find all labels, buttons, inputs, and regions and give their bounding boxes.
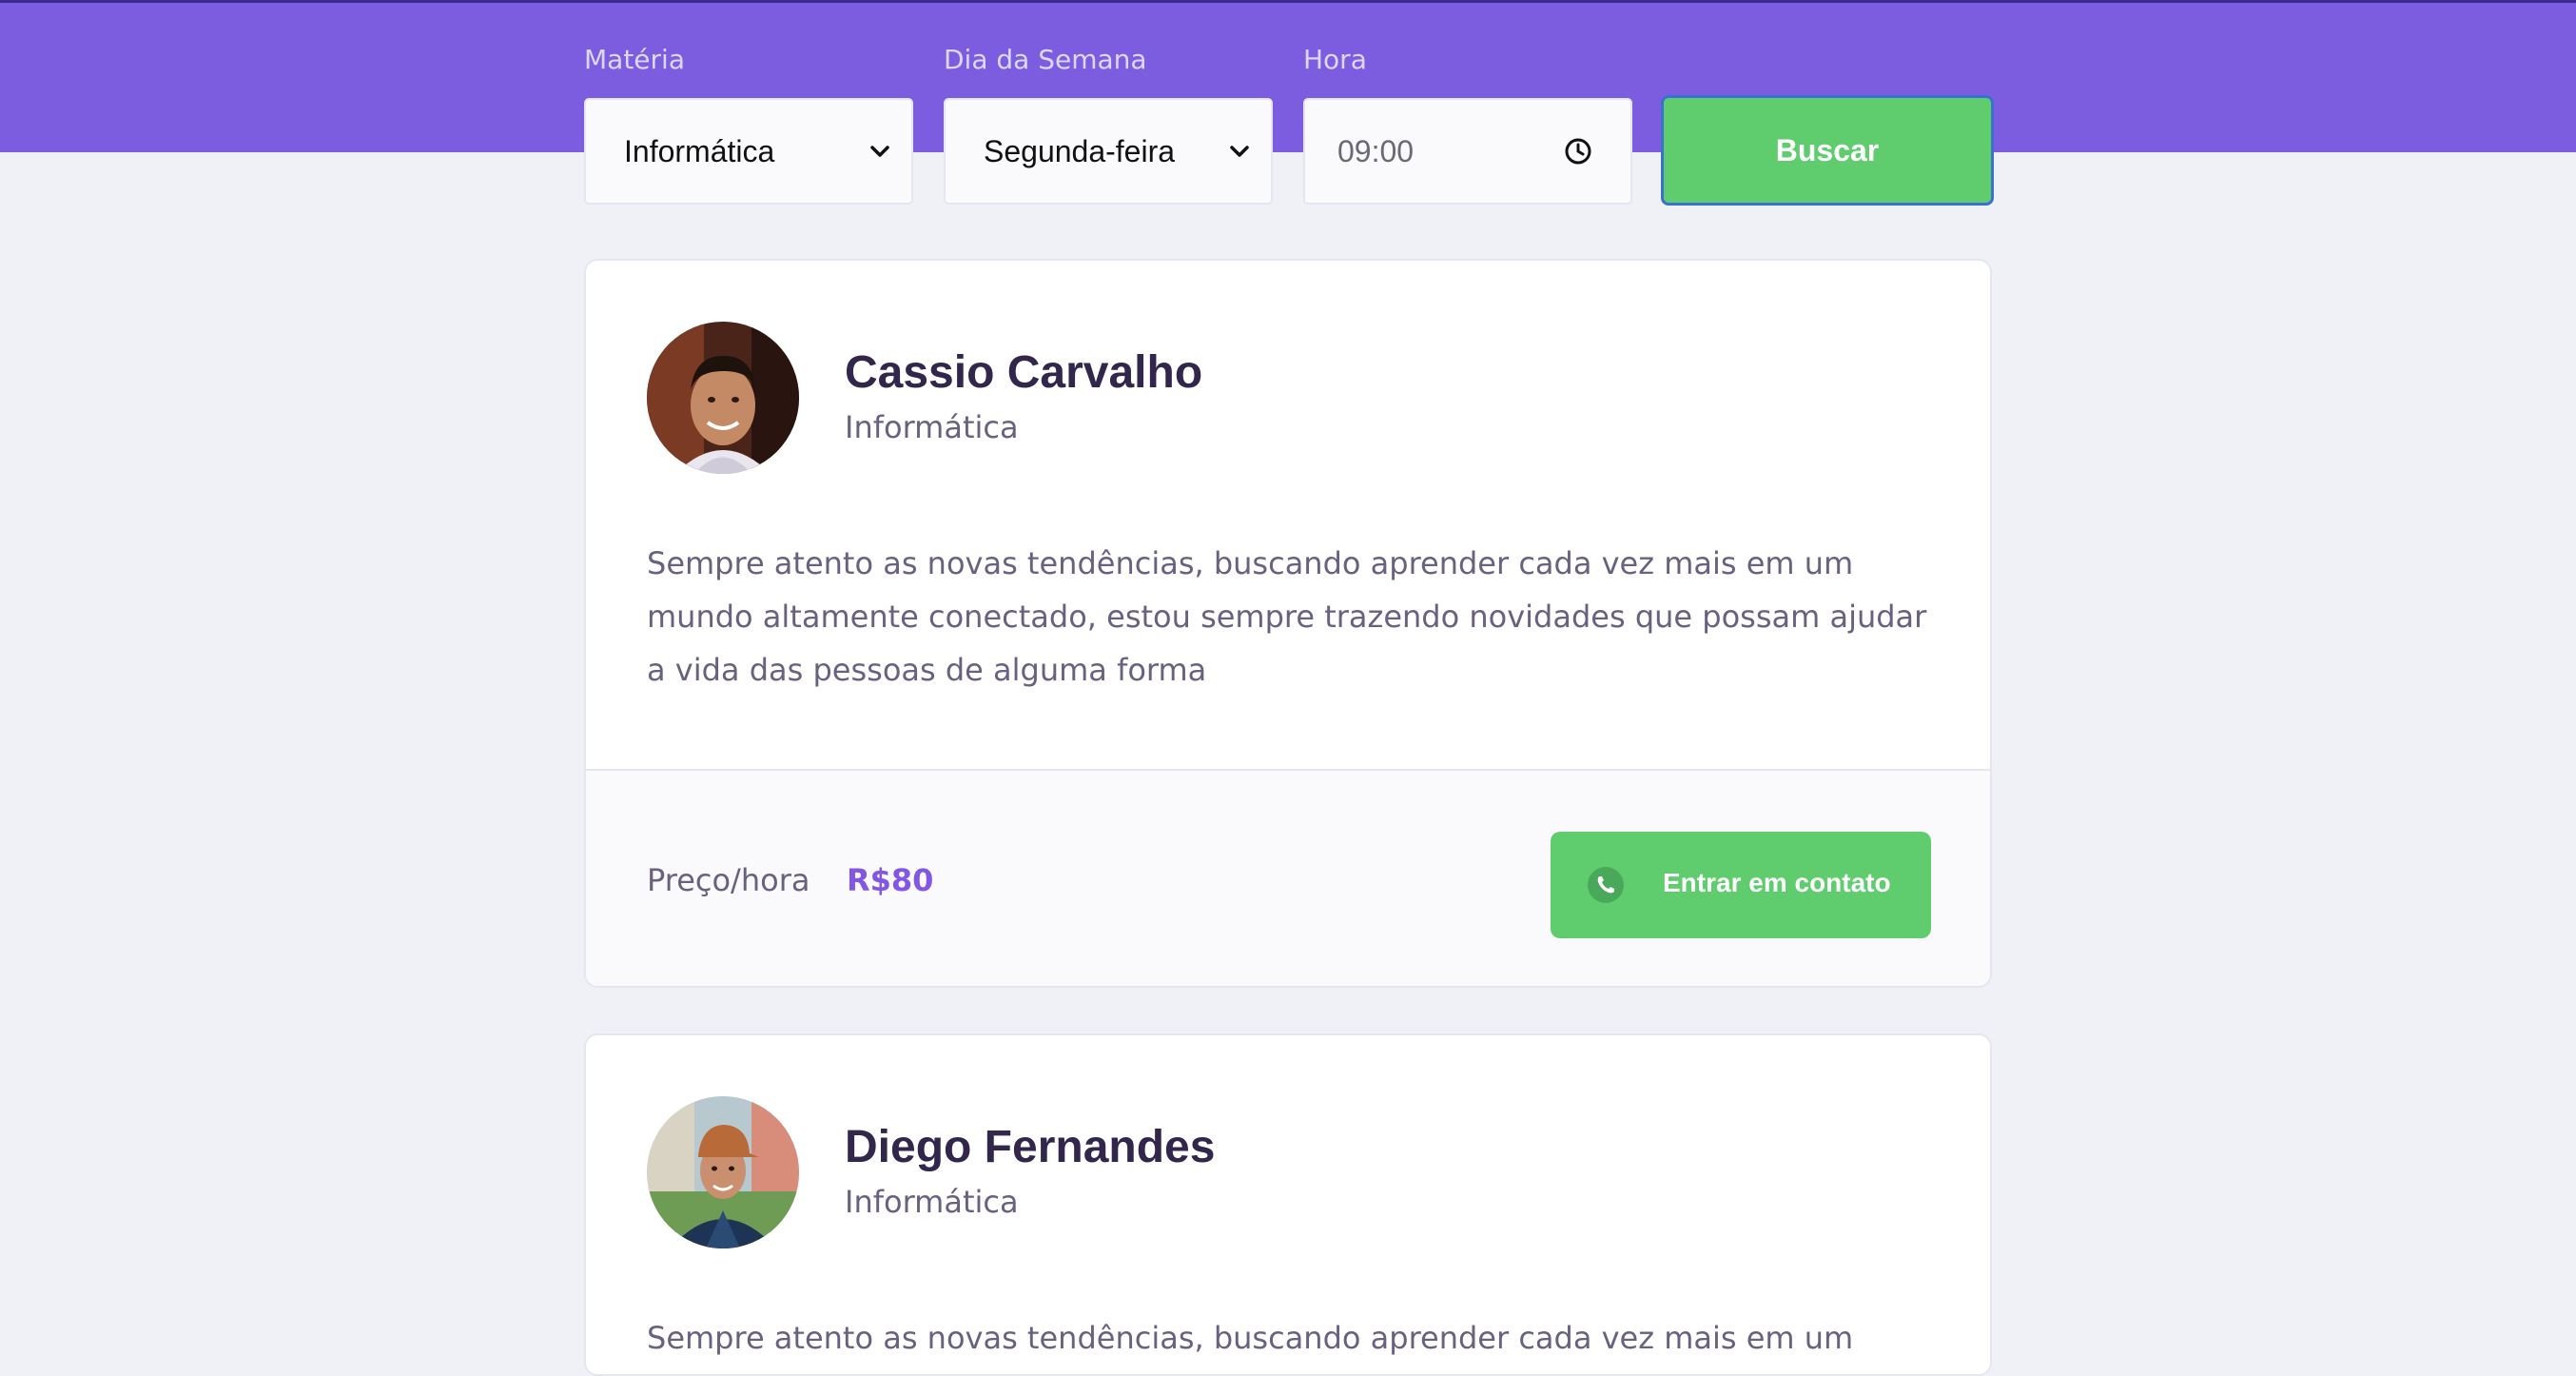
header-bar <box>0 0 2576 152</box>
price-label: Preço/hora <box>647 862 810 898</box>
subject-select-value: Informática <box>624 133 775 168</box>
price-value: R$80 <box>847 862 934 898</box>
teacher-bio: Sempre atento as novas tendências, busca… <box>647 1320 1854 1356</box>
weekday-filter-label: Dia da Semana <box>944 44 1147 75</box>
search-button[interactable]: Buscar <box>1661 95 1994 206</box>
teacher-card: Diego Fernandes Informática Sempre atent… <box>584 1033 1992 1376</box>
teacher-card: Cassio Carvalho Informática Sempre atent… <box>584 259 1992 988</box>
teacher-name: Diego Fernandes <box>845 1122 1216 1172</box>
contact-button-label: Entrar em contato <box>1663 868 1891 897</box>
chevron-down-icon <box>870 146 889 157</box>
chevron-down-icon <box>1230 146 1249 157</box>
contact-button[interactable]: Entrar em contato <box>1551 832 1931 938</box>
teacher-subject: Informática <box>845 1184 1019 1220</box>
time-input-value: 09:00 <box>1337 133 1415 168</box>
avatar <box>647 1096 799 1248</box>
whatsapp-icon <box>1588 867 1624 903</box>
weekday-select-value: Segunda-feira <box>984 133 1176 168</box>
time-filter-label: Hora <box>1303 44 1367 75</box>
teacher-bio: Sempre atento as novas tendências, busca… <box>647 545 1927 688</box>
teacher-subject: Informática <box>845 409 1019 445</box>
card-footer: Preço/hora R$80 Entrar em contato <box>586 769 1990 986</box>
weekday-select[interactable]: Segunda-feira <box>944 98 1273 205</box>
teacher-name: Cassio Carvalho <box>845 347 1203 398</box>
subject-select[interactable]: Informática <box>584 98 913 205</box>
avatar <box>647 322 799 474</box>
subject-filter-label: Matéria <box>584 44 685 75</box>
clock-icon[interactable] <box>1564 137 1592 166</box>
time-input[interactable]: 09:00 <box>1303 98 1632 205</box>
